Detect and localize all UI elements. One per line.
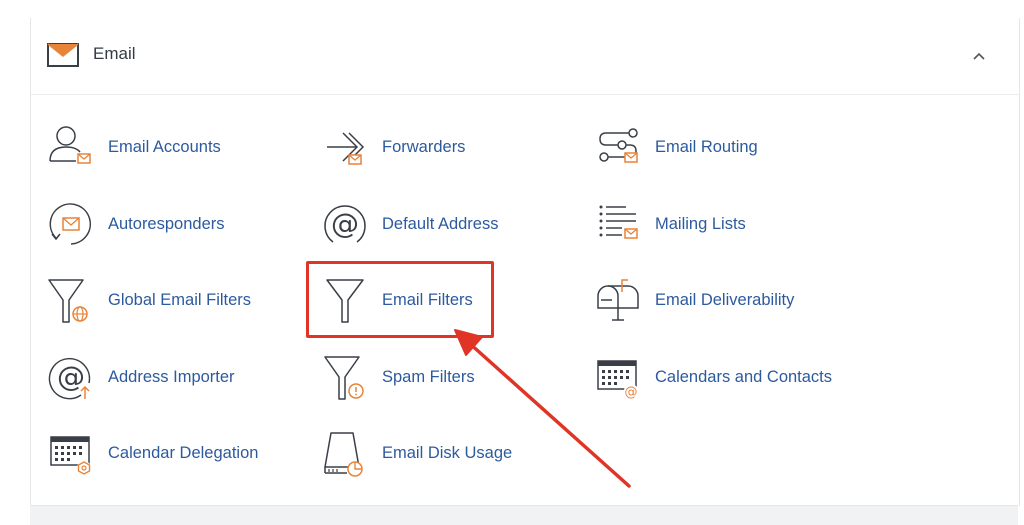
- calendars-contacts-icon: @: [597, 360, 638, 400]
- mailing-lists-link[interactable]: Mailing Lists: [592, 197, 746, 251]
- email-routing-link[interactable]: Email Routing: [592, 120, 758, 174]
- global-email-filters-link[interactable]: Global Email Filters: [45, 273, 251, 327]
- item-label: Email Disk Usage: [382, 443, 513, 462]
- global-email-filters-icon: [48, 279, 88, 323]
- email-deliverability-icon: [597, 279, 639, 321]
- spam-filters-link[interactable]: Spam Filters: [319, 350, 475, 404]
- default-address-icon: @: [324, 205, 366, 243]
- section-title: Email: [93, 44, 136, 63]
- spam-filters-icon: [324, 356, 364, 400]
- address-importer-icon: @: [48, 357, 91, 400]
- item-label: Global Email Filters: [108, 290, 252, 309]
- calendar-delegation-link[interactable]: Calendar Delegation: [45, 426, 258, 480]
- item-label: Email Routing: [655, 137, 758, 156]
- item-label: Mailing Lists: [655, 214, 746, 233]
- email-filters-link[interactable]: Email Filters: [319, 273, 473, 327]
- panel-footer-strip: [30, 505, 1018, 525]
- email-filters-icon: [326, 279, 364, 323]
- email-deliverability-link[interactable]: Email Deliverability: [592, 273, 794, 327]
- svg-text:@: @: [57, 360, 85, 393]
- svg-text:@: @: [331, 207, 359, 240]
- mailing-lists-icon: [599, 205, 638, 239]
- svg-text:@: @: [625, 385, 638, 400]
- autoresponders-link[interactable]: Autoresponders: [45, 197, 225, 251]
- item-label: Forwarders: [382, 137, 466, 156]
- item-label: Email Filters: [382, 290, 473, 309]
- forwarders-icon: [327, 132, 365, 165]
- forwarders-link[interactable]: Forwarders: [319, 120, 465, 174]
- item-label: Email Accounts: [108, 137, 221, 156]
- item-label: Email Deliverability: [655, 290, 795, 309]
- default-address-link[interactable]: @ Default Address: [319, 197, 498, 251]
- calendar-delegation-icon: [50, 436, 91, 475]
- item-label: Autoresponders: [108, 214, 225, 233]
- section-header[interactable]: Email: [31, 18, 1019, 95]
- email-routing-icon: [599, 128, 638, 163]
- email-accounts-link[interactable]: Email Accounts: [45, 120, 221, 174]
- email-disk-usage-link[interactable]: Email Disk Usage: [319, 426, 512, 480]
- item-label: Calendar Delegation: [108, 443, 259, 462]
- calendars-contacts-link[interactable]: @ Calendars and Contacts: [592, 350, 832, 404]
- item-label: Address Importer: [108, 367, 235, 386]
- address-importer-link[interactable]: @ Address Importer: [45, 350, 235, 404]
- email-disk-usage-icon: [324, 432, 363, 477]
- item-label: Default Address: [382, 214, 499, 233]
- item-label: Spam Filters: [382, 367, 475, 386]
- item-label: Calendars and Contacts: [655, 367, 833, 386]
- envelope-icon: [47, 43, 79, 67]
- email-section-panel: Email Email Accounts Forwarders Email Ro…: [30, 18, 1020, 506]
- chevron-up-icon[interactable]: [969, 46, 989, 66]
- autoresponders-icon: [49, 203, 91, 245]
- email-accounts-icon: [49, 126, 91, 164]
